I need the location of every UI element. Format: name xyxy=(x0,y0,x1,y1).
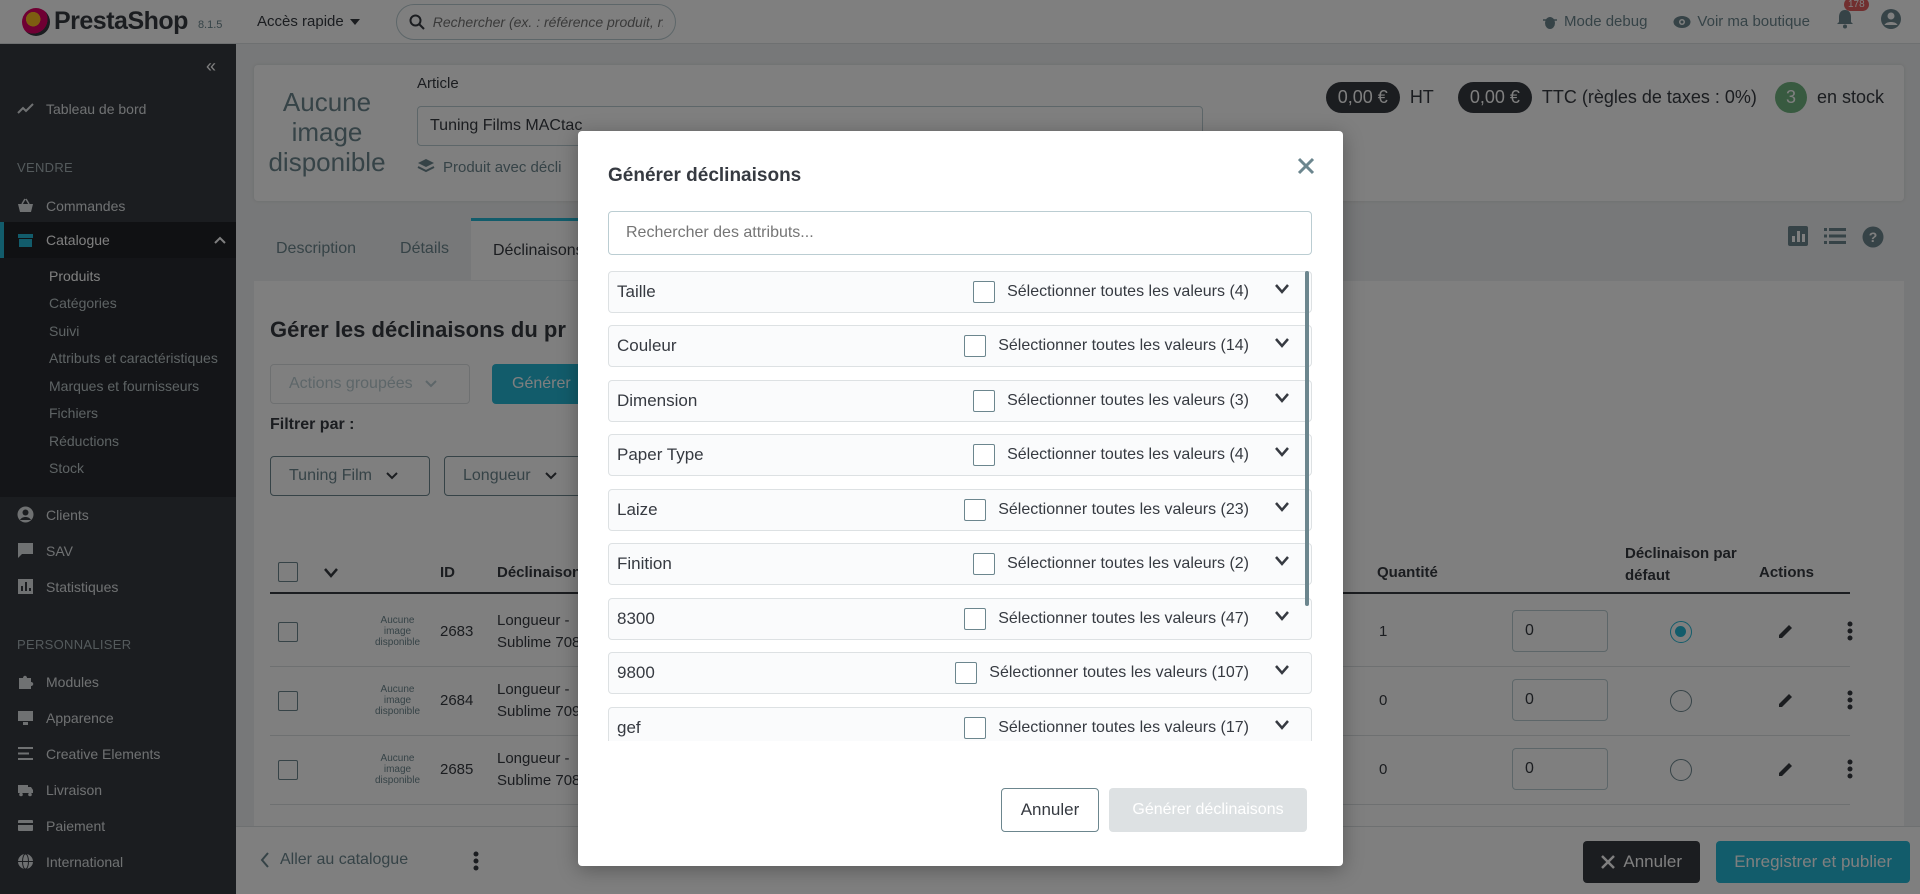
select-all-checkbox[interactable] xyxy=(964,608,987,630)
attribute-name: gef xyxy=(617,718,641,737)
attribute-row-9800[interactable]: 9800 Sélectionner toutes les valeurs (10… xyxy=(608,652,1312,694)
modal-cancel-button[interactable]: Annuler xyxy=(1001,788,1099,832)
attribute-row-8300[interactable]: 8300 Sélectionner toutes les valeurs (47… xyxy=(608,598,1312,640)
select-all-label: Sélectionner toutes les valeurs (3) xyxy=(1007,392,1249,409)
attribute-row-paper-type[interactable]: Paper Type Sélectionner toutes les valeu… xyxy=(608,434,1312,476)
select-all-values[interactable]: Sélectionner toutes les valeurs (4) xyxy=(973,444,1249,466)
select-all-checkbox[interactable] xyxy=(964,717,987,739)
close-icon[interactable] xyxy=(1297,157,1315,175)
select-all-checkbox[interactable] xyxy=(964,499,987,521)
select-all-values[interactable]: Sélectionner toutes les valeurs (14) xyxy=(964,335,1249,357)
select-all-values[interactable]: Sélectionner toutes les valeurs (3) xyxy=(973,390,1249,412)
select-all-values[interactable]: Sélectionner toutes les valeurs (17) xyxy=(964,717,1249,739)
select-all-checkbox[interactable] xyxy=(973,553,996,575)
select-all-checkbox[interactable] xyxy=(964,335,987,357)
select-all-label: Sélectionner toutes les valeurs (14) xyxy=(998,337,1249,354)
attribute-list-scrollbar[interactable] xyxy=(1305,271,1309,606)
select-all-label: Sélectionner toutes les valeurs (47) xyxy=(998,610,1249,627)
chevron-down-icon[interactable] xyxy=(1275,611,1289,621)
chevron-down-icon[interactable] xyxy=(1275,338,1289,348)
chevron-down-icon[interactable] xyxy=(1275,393,1289,403)
select-all-values[interactable]: Sélectionner toutes les valeurs (47) xyxy=(964,608,1249,630)
attribute-row-taille[interactable]: Taille Sélectionner toutes les valeurs (… xyxy=(608,271,1312,313)
attribute-row-finition[interactable]: Finition Sélectionner toutes les valeurs… xyxy=(608,543,1312,585)
attribute-name: Couleur xyxy=(617,336,677,355)
select-all-values[interactable]: Sélectionner toutes les valeurs (107) xyxy=(955,662,1249,684)
chevron-down-icon[interactable] xyxy=(1275,720,1289,730)
select-all-label: Sélectionner toutes les valeurs (107) xyxy=(989,664,1249,681)
attribute-row-couleur[interactable]: Couleur Sélectionner toutes les valeurs … xyxy=(608,325,1312,367)
select-all-checkbox[interactable] xyxy=(973,390,996,412)
attribute-list: Taille Sélectionner toutes les valeurs (… xyxy=(608,271,1314,741)
generate-combinations-modal: Générer déclinaisons Taille Sélectionner… xyxy=(578,131,1343,866)
select-all-label: Sélectionner toutes les valeurs (4) xyxy=(1007,283,1249,300)
attribute-search-input[interactable] xyxy=(608,211,1312,255)
attribute-row-gef[interactable]: gef Sélectionner toutes les valeurs (17) xyxy=(608,707,1312,741)
select-all-label: Sélectionner toutes les valeurs (17) xyxy=(998,719,1249,736)
attribute-name: 8300 xyxy=(617,609,655,628)
select-all-checkbox[interactable] xyxy=(973,281,996,303)
select-all-values[interactable]: Sélectionner toutes les valeurs (2) xyxy=(973,553,1249,575)
attribute-name: Paper Type xyxy=(617,445,704,464)
select-all-values[interactable]: Sélectionner toutes les valeurs (23) xyxy=(964,499,1249,521)
select-all-checkbox[interactable] xyxy=(973,444,996,466)
chevron-down-icon[interactable] xyxy=(1275,502,1289,512)
attribute-row-dimension[interactable]: Dimension Sélectionner toutes les valeur… xyxy=(608,380,1312,422)
attribute-name: 9800 xyxy=(617,663,655,682)
chevron-down-icon[interactable] xyxy=(1275,665,1289,675)
attribute-name: Laize xyxy=(617,500,658,519)
attribute-row-laize[interactable]: Laize Sélectionner toutes les valeurs (2… xyxy=(608,489,1312,531)
attribute-name: Taille xyxy=(617,282,656,301)
chevron-down-icon[interactable] xyxy=(1275,284,1289,294)
attribute-name: Dimension xyxy=(617,391,698,410)
select-all-label: Sélectionner toutes les valeurs (2) xyxy=(1007,555,1249,572)
select-all-label: Sélectionner toutes les valeurs (4) xyxy=(1007,446,1249,463)
modal-generate-button[interactable]: Générer déclinaisons xyxy=(1109,788,1307,832)
chevron-down-icon[interactable] xyxy=(1275,447,1289,457)
attribute-name: Finition xyxy=(617,554,672,573)
modal-title: Générer déclinaisons xyxy=(608,165,802,186)
chevron-down-icon[interactable] xyxy=(1275,556,1289,566)
select-all-checkbox[interactable] xyxy=(955,662,978,684)
select-all-label: Sélectionner toutes les valeurs (23) xyxy=(998,501,1249,518)
select-all-values[interactable]: Sélectionner toutes les valeurs (4) xyxy=(973,281,1249,303)
